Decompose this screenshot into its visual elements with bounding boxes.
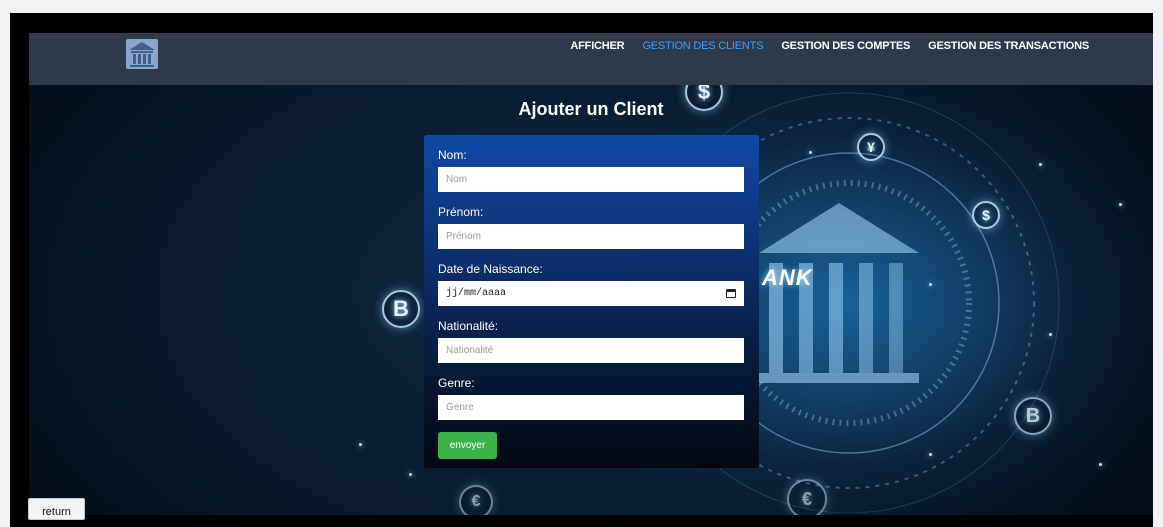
sparkle <box>1119 203 1122 206</box>
nav-link-afficher[interactable]: AFFICHER <box>570 40 624 52</box>
top-navbar: AFFICHER GESTION DES CLIENTS GESTION DES… <box>29 33 1153 85</box>
nav-link-gestion-comptes[interactable]: GESTION DES COMPTES <box>781 40 910 52</box>
return-button[interactable]: return <box>28 498 85 520</box>
euro-coin-icon: € <box>459 485 493 515</box>
nav-link-gestion-clients[interactable]: GESTION DES CLIENTS <box>642 40 763 52</box>
bitcoin-coin-icon: B <box>1014 397 1052 435</box>
calendar-icon[interactable] <box>726 289 736 298</box>
submit-button[interactable]: envoyer <box>438 432 497 459</box>
nationalite-label: Nationalité: <box>438 319 499 333</box>
sparkle <box>929 283 932 286</box>
date-value: jj/mm/aaaa <box>446 288 507 299</box>
dollar-coin-icon: $ <box>972 201 1000 229</box>
page-title: Ajouter un Client <box>518 99 664 119</box>
bank-building-icon[interactable] <box>126 39 158 69</box>
nom-input[interactable] <box>438 167 744 192</box>
prenom-label: Prénom: <box>438 205 484 219</box>
date-naissance-input[interactable]: jj/mm/aaaa <box>438 281 744 306</box>
sparkle <box>359 443 362 446</box>
nationalite-input[interactable] <box>438 338 744 363</box>
bank-sign-text: ANK <box>762 265 813 290</box>
browser-viewport: ANK $ ¥ $ B B € € AFFICHER GESTION DES C… <box>10 13 1153 527</box>
euro-coin-icon: € <box>787 479 827 515</box>
sparkle <box>1049 333 1052 336</box>
nom-label: Nom: <box>438 148 467 162</box>
nav-links: AFFICHER GESTION DES CLIENTS GESTION DES… <box>570 33 1089 59</box>
nav-link-gestion-transactions[interactable]: GESTION DES TRANSACTIONS <box>928 40 1089 52</box>
genre-label: Genre: <box>438 376 475 390</box>
genre-input[interactable] <box>438 395 744 420</box>
page-background: ANK $ ¥ $ B B € € AFFICHER GESTION DES C… <box>29 33 1153 515</box>
prenom-input[interactable] <box>438 224 744 249</box>
bitcoin-coin-icon: B <box>382 290 420 328</box>
add-client-form: Nom: Prénom: Date de Naissance: jj/mm/aa… <box>424 135 759 468</box>
date-naissance-label: Date de Naissance: <box>438 262 543 276</box>
sparkle <box>809 151 812 154</box>
sparkle <box>1039 163 1042 166</box>
sparkle <box>1099 463 1102 466</box>
sparkle <box>409 473 412 476</box>
yen-coin-icon: ¥ <box>857 133 885 161</box>
sparkle <box>929 453 932 456</box>
